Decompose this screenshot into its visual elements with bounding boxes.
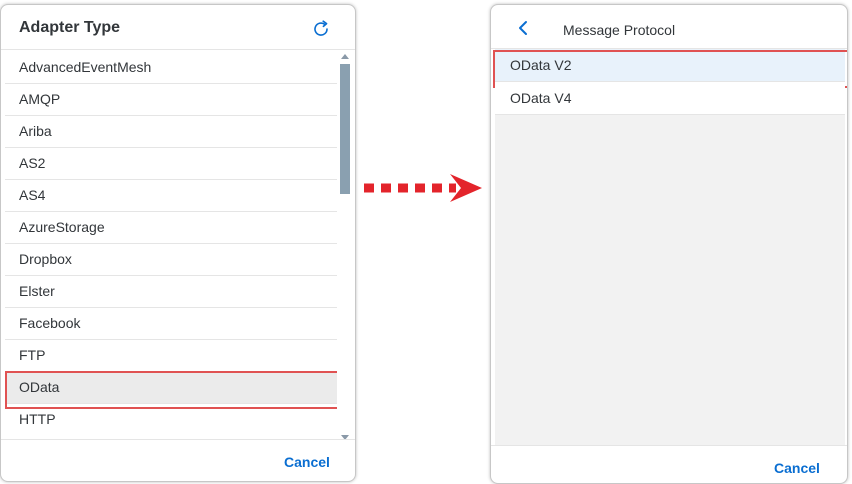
adapter-type-list: AdvancedEventMesh AMQP Ariba AS2 AS4 Azu… xyxy=(5,52,337,434)
adapter-type-dialog: Adapter Type AdvancedEventMesh AMQP Arib… xyxy=(0,4,356,482)
cancel-button[interactable]: Cancel xyxy=(774,460,820,476)
list-item[interactable]: AzureStorage xyxy=(5,212,337,244)
list-item-label: AMQP xyxy=(19,91,61,107)
scroll-up-icon[interactable] xyxy=(341,54,349,59)
dialog-title: Message Protocol xyxy=(563,22,676,38)
list-item[interactable]: AdvancedEventMesh xyxy=(5,52,337,84)
list-item-label: AS2 xyxy=(19,155,46,171)
protocol-list: OData V2 OData V4 xyxy=(493,49,847,445)
dotted-arrow-icon xyxy=(364,174,482,202)
message-protocol-dialog: Message Protocol OData V2 OData V4 Cance… xyxy=(490,4,848,484)
scrollbar-thumb[interactable] xyxy=(340,64,350,194)
chevron-left-icon[interactable] xyxy=(517,20,529,36)
list-item[interactable]: Ariba xyxy=(5,116,337,148)
list-item-label: FTP xyxy=(19,347,46,363)
dialog-header: Message Protocol xyxy=(491,5,847,49)
list-item[interactable]: HTTP xyxy=(5,404,337,434)
list-item[interactable]: Facebook xyxy=(5,308,337,340)
dialog-footer: Cancel xyxy=(491,445,847,483)
dialog-header: Adapter Type xyxy=(1,5,355,50)
list-item-label: Dropbox xyxy=(19,251,72,267)
list-item[interactable]: AMQP xyxy=(5,84,337,116)
dialog-title: Adapter Type xyxy=(19,19,121,36)
list-item[interactable]: OData V4 xyxy=(495,82,845,115)
list-item-selected[interactable]: OData xyxy=(5,371,337,409)
list-item-label: OData xyxy=(19,379,60,395)
list-item-label: AdvancedEventMesh xyxy=(19,59,152,75)
list-item[interactable]: AS4 xyxy=(5,180,337,212)
list-item-selected[interactable]: OData V2 xyxy=(493,49,847,88)
list-item-label: Ariba xyxy=(19,123,52,139)
list-item-label: HTTP xyxy=(19,411,56,427)
list-item-label: Facebook xyxy=(19,315,81,331)
list-item[interactable]: Dropbox xyxy=(5,244,337,276)
list-item[interactable]: AS2 xyxy=(5,148,337,180)
list-item-label: OData V4 xyxy=(510,90,572,106)
dialog-footer: Cancel xyxy=(1,439,355,481)
list-item-label: OData V2 xyxy=(510,57,572,73)
list-item[interactable]: FTP xyxy=(5,340,337,372)
list-item[interactable]: Elster xyxy=(5,276,337,308)
refresh-icon[interactable] xyxy=(311,19,331,39)
list-item-label: AzureStorage xyxy=(19,219,105,235)
cancel-button[interactable]: Cancel xyxy=(284,454,330,470)
list-item-label: AS4 xyxy=(19,187,46,203)
list-item-label: Elster xyxy=(19,283,55,299)
list-scrollbar[interactable] xyxy=(339,52,351,444)
